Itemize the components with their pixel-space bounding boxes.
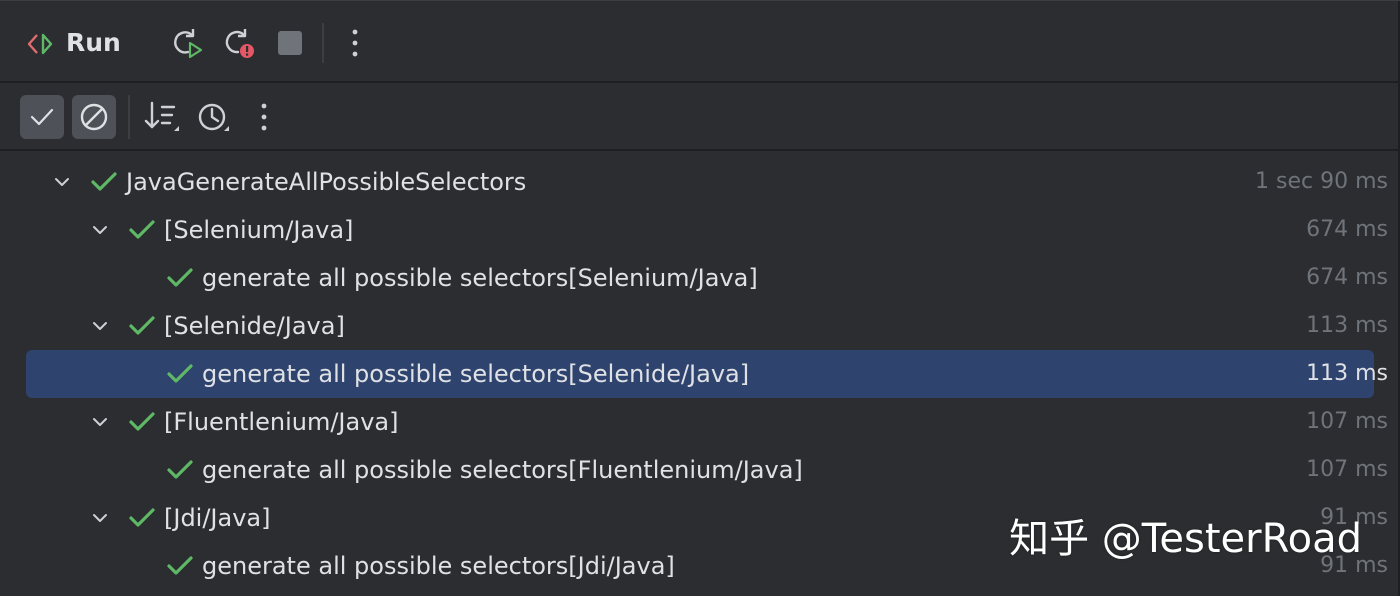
test-name: [Fluentlenium/Java] [164,408,399,436]
show-passed-toggle[interactable] [20,95,64,139]
tree-row-test-case[interactable]: generate all possible selectors[Fluentle… [0,446,1398,494]
sort-icon [144,101,179,131]
test-name: JavaGenerateAllPossibleSelectors [126,168,527,196]
test-duration: 674 ms [1306,217,1388,242]
test-name: [Selenide/Java] [164,312,345,340]
passed-check-icon [167,556,193,575]
show-ignored-toggle[interactable] [72,95,116,139]
toolbar-divider [128,95,130,139]
test-name: [Selenium/Java] [164,216,354,244]
test-duration: 113 ms [1306,313,1388,338]
tree-row-test-group[interactable]: [Fluentlenium/Java] 107 ms [0,398,1398,446]
tree-row-test-class[interactable]: JavaGenerateAllPossibleSelectors 1 sec 9… [0,158,1398,206]
test-name: generate all possible selectors[Fluentle… [202,456,803,484]
sort-button[interactable] [142,99,182,135]
test-name: [Jdi/Java] [164,504,271,532]
test-duration: 113 ms [1306,361,1388,386]
panel-title: Run [66,28,121,57]
more-options-icon [352,29,358,57]
passed-check-icon [167,460,193,479]
passed-check-icon [129,508,155,527]
chevron-down-icon[interactable] [90,316,110,336]
watermark: 知乎 @TesterRoad [1009,516,1362,562]
test-name: generate all possible selectors[Selenide… [202,360,750,388]
run-tool-window: Run JavaGenerateAllPossibleSelectors 1 s… [0,0,1400,596]
more-options-button[interactable] [340,25,370,61]
show-ignored-icon [80,103,108,131]
run-header-bar: Run [0,1,1398,83]
show-passed-icon [30,108,54,126]
tree-row-test-group[interactable]: [Selenium/Java] 674 ms [0,206,1398,254]
chevron-down-icon[interactable] [90,412,110,432]
test-name: generate all possible selectors[Selenium… [202,264,758,292]
rerun-button[interactable] [168,25,204,61]
history-button[interactable] [194,99,234,135]
rerun-failed-button[interactable] [220,25,256,61]
rerun-failed-icon [225,29,254,58]
more-options-icon [261,103,267,131]
tree-row-test-group[interactable]: [Selenide/Java] 113 ms [0,302,1398,350]
test-tree-toolbar [0,83,1398,151]
stop-button[interactable] [274,27,306,59]
passed-check-icon [129,412,155,431]
passed-check-icon [167,364,193,383]
passed-check-icon [129,316,155,335]
rerun-icon [174,29,203,59]
passed-check-icon [129,220,155,239]
passed-check-icon [91,172,117,191]
test-duration: 1 sec 90 ms [1255,169,1388,194]
chevron-down-icon[interactable] [90,220,110,240]
tree-row-test-case[interactable]: generate all possible selectors[Selenium… [0,254,1398,302]
test-duration: 674 ms [1306,265,1388,290]
test-duration: 107 ms [1306,409,1388,434]
history-icon [198,103,229,131]
passed-check-icon [167,268,193,287]
run-panel-icon [27,33,53,55]
chevron-down-icon[interactable] [90,508,110,528]
chevron-down-icon[interactable] [52,172,72,192]
stop-icon [278,31,302,55]
tree-row-test-case-selected[interactable]: generate all possible selectors[Selenide… [0,350,1398,398]
test-name: generate all possible selectors[Jdi/Java… [202,552,675,580]
test-duration: 107 ms [1306,457,1388,482]
toolbar-divider [322,23,324,63]
more-options-button[interactable] [250,99,278,135]
